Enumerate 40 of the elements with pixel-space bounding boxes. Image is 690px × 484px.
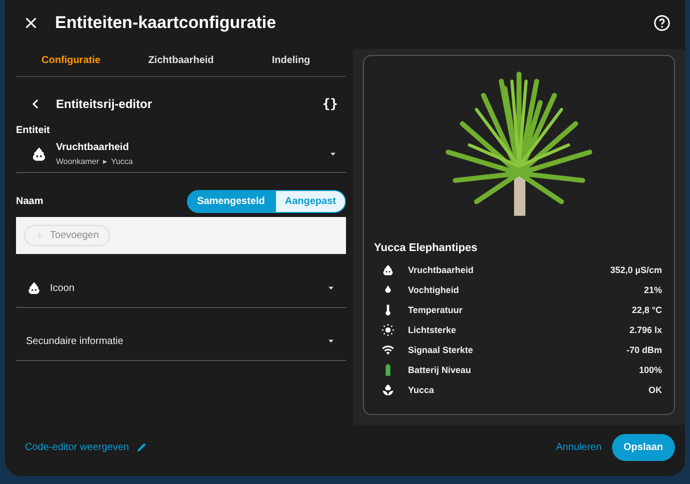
entity-area: Woonkamer bbox=[56, 157, 99, 166]
entity-value: 100% bbox=[638, 365, 662, 376]
entity-device: Yucca bbox=[110, 157, 133, 166]
entity-name: Vruchtbaarheid bbox=[408, 265, 475, 276]
help-icon[interactable] bbox=[653, 14, 671, 32]
dialog-title: Entiteiten-kaartconfiguratie bbox=[55, 13, 278, 34]
fertility-icon bbox=[30, 145, 48, 164]
field-label: Naam bbox=[16, 196, 44, 207]
icon-select[interactable]: Icoon bbox=[16, 269, 346, 308]
entity-name: Batterij Niveau bbox=[408, 365, 472, 376]
entity-value: 2.796 lx bbox=[629, 325, 662, 336]
tab[interactable]: Zichtbaarheid bbox=[126, 46, 236, 74]
pencil-icon bbox=[134, 441, 148, 454]
entity-picker[interactable]: Vruchtbaarheid Woonkamer ▸ Yucca bbox=[16, 136, 346, 174]
secondary-info-select[interactable]: Secundaire informatie bbox=[16, 322, 346, 362]
flower-icon bbox=[381, 383, 395, 398]
code-editor-link[interactable]: Code-editor weergeven bbox=[25, 441, 148, 454]
entity-value: -70 dBm bbox=[626, 345, 662, 356]
cancel-button[interactable]: Annuleren bbox=[546, 436, 612, 460]
section-label: Entiteit bbox=[16, 125, 51, 136]
entity-value: 22,8 °C bbox=[632, 305, 662, 316]
entity-name: Vruchtbaarheid bbox=[56, 142, 130, 154]
editor-title: Entiteitsrij-editor bbox=[56, 97, 154, 112]
separator-text: ▸ bbox=[102, 157, 107, 166]
entity-name: Lichtsterke bbox=[408, 325, 458, 336]
entity-value: 352,0 µS/cm bbox=[610, 265, 662, 276]
sun-icon bbox=[381, 323, 395, 338]
tab[interactable]: Indeling bbox=[236, 46, 346, 74]
entity-name: Yucca bbox=[408, 385, 436, 396]
entity-value: 21% bbox=[644, 285, 662, 296]
wifi-icon bbox=[381, 343, 395, 358]
tab[interactable]: Configuratie bbox=[16, 46, 126, 74]
entity-name: Vochtigheid bbox=[408, 285, 460, 296]
entity-value: OK bbox=[648, 385, 662, 396]
code-toggle-button[interactable]: {} bbox=[322, 96, 338, 112]
fertility-icon bbox=[26, 280, 42, 296]
entity-name: Signaal Sterkte bbox=[408, 345, 474, 356]
entity-name: Temperatuur bbox=[408, 305, 464, 316]
fertility-icon bbox=[381, 263, 395, 278]
card-title: Yucca Elephantipes bbox=[374, 242, 478, 254]
